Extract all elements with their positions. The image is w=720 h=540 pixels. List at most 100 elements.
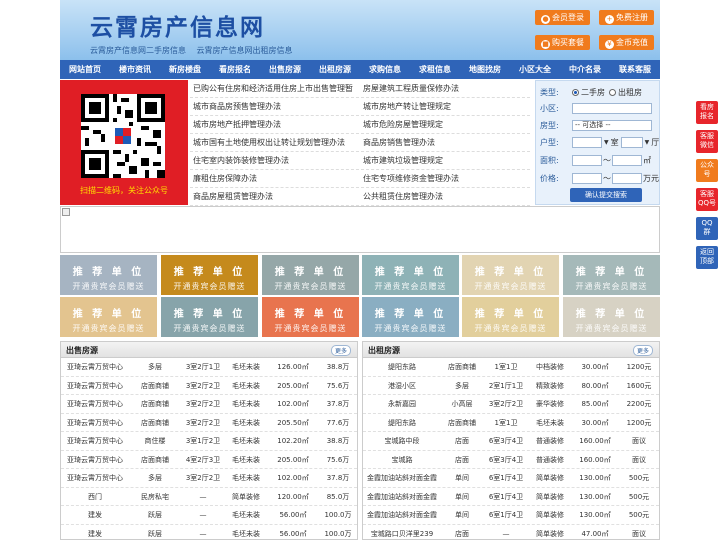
- table-row[interactable]: 金霞加油站斜对面金霞 单间 6室1厅4卫 简单装修 130.00㎡ 500元: [363, 506, 659, 525]
- table-cell: 120.00㎡: [277, 492, 309, 501]
- policy-link[interactable]: 住宅专项维修资金管理办法: [360, 170, 530, 187]
- policy-link[interactable]: 廉租住房保障办法: [190, 170, 360, 187]
- table-row[interactable]: 亚琦云霄万贸中心 多层 3室2厅2卫 毛坯未装 102.00㎡ 37.8万: [61, 469, 357, 488]
- banner-ad[interactable]: [60, 206, 660, 253]
- policy-link[interactable]: 城市商品房预售管理办法: [190, 98, 360, 115]
- table-row[interactable]: 宝城路中段 店面 6室3厅4卫 普通装修 160.00㎡ 面议: [363, 432, 659, 451]
- nav-home[interactable]: 网站首页: [60, 60, 110, 79]
- free-register-button[interactable]: + 免费注册: [599, 10, 654, 25]
- table-row[interactable]: 金霞加油站斜对面金霞 单间 6室1厅4卫 简单装修 130.00㎡ 500元: [363, 469, 659, 488]
- ad-slot[interactable]: 推 荐 单 位开通贵宾会员赠送: [462, 255, 559, 295]
- table-row[interactable]: 亚琦云霄万贸中心 店面商铺 3室2厅2卫 毛坯未装 102.00㎡ 37.8万: [61, 395, 357, 414]
- coin-recharge-button[interactable]: ¥ 金币充值: [599, 35, 654, 50]
- ad-slot[interactable]: 推 荐 单 位开通贵宾会员赠送: [362, 297, 459, 337]
- side-float-button[interactable]: 客服 微信: [696, 130, 718, 153]
- table-row[interactable]: 金霞加油站斜对面金霞 单间 6室1厅4卫 简单装修 130.00㎡ 500元: [363, 488, 659, 506]
- table-cell: 店面: [455, 529, 469, 538]
- table-cell: 6室1厅4卫: [488, 474, 524, 482]
- ad-slot[interactable]: 推 荐 单 位开通贵宾会员赠送: [563, 255, 660, 295]
- policy-link[interactable]: 房屋建筑工程质量保修办法: [360, 80, 530, 97]
- ad-slot[interactable]: 推 荐 单 位开通贵宾会员赠送: [362, 255, 459, 295]
- nav-for-sale[interactable]: 出售房源: [260, 60, 310, 79]
- radio-rental[interactable]: [609, 88, 616, 96]
- policy-link[interactable]: 城市国有土地使用权出让转让规划管理办法: [190, 134, 360, 151]
- sale-more-link[interactable]: 更多: [330, 345, 351, 356]
- table-row[interactable]: 宝城路 店面 6室3厅4卫 普通装修 160.00㎡ 面议: [363, 451, 659, 469]
- nav-news[interactable]: 楼市资讯: [110, 60, 160, 79]
- ad-slot[interactable]: 推 荐 单 位开通贵宾会员赠送: [462, 297, 559, 337]
- ad-slot[interactable]: 推 荐 单 位开通贵宾会员赠送: [60, 297, 157, 337]
- nav-agents[interactable]: 中介名录: [560, 60, 610, 79]
- policy-link[interactable]: 公共租赁住房管理办法: [360, 188, 530, 205]
- nav-for-rent[interactable]: 出租房源: [310, 60, 360, 79]
- ad-slot[interactable]: 推 荐 单 位开通贵宾会员赠送: [262, 255, 359, 295]
- table-row[interactable]: 宝城路口贝洋里239 店面 — 简单装修 47.00㎡ 面议: [363, 525, 659, 540]
- table-row[interactable]: 建发 跃层 — 毛坯未装 56.00㎡ 100.0万: [61, 506, 357, 525]
- chevron-down-icon: ▼: [644, 138, 650, 146]
- table-row[interactable]: 亚琦云霄万贸中心 店面商铺 4室2厅3卫 毛坯未装 205.00㎡ 75.6万: [61, 451, 357, 469]
- table-row[interactable]: 亚琦云霄万贸中心 多层 3室2厅1卫 毛坯未装 126.00㎡ 38.8万: [61, 358, 357, 377]
- nav-map[interactable]: 地图找房: [460, 60, 510, 79]
- side-float-button[interactable]: QQ 群: [696, 217, 718, 240]
- rooms-select[interactable]: [572, 136, 602, 148]
- policy-link[interactable]: 城市房地产转让管理规定: [360, 98, 530, 115]
- table-row[interactable]: 缇阳东路 店面商铺 1室1卫 中档装修 30.00㎡ 1200元: [363, 358, 659, 377]
- ad-slot[interactable]: 推 荐 单 位开通贵宾会员赠送: [262, 297, 359, 337]
- table-cell: 店面商铺: [448, 418, 476, 427]
- policy-link[interactable]: 城市建筑垃圾管理规定: [360, 152, 530, 169]
- table-row[interactable]: 西门 民房私宅 — 简单装修 120.00㎡ 85.0万: [61, 488, 357, 506]
- halls-select[interactable]: [620, 136, 643, 148]
- policy-link[interactable]: 商品房屋租赁管理办法: [190, 188, 360, 205]
- table-row[interactable]: 亚琦云霄万贸中心 商住楼 3室1厅2卫 毛坯未装 102.20㎡ 38.8万: [61, 432, 357, 451]
- table-row[interactable]: 亚琦云霄万贸中心 店面商铺 3室2厅2卫 毛坯未装 205.50㎡ 77.6万: [61, 414, 357, 432]
- side-float-button[interactable]: 看房 报名: [696, 101, 718, 124]
- ad-slot[interactable]: 推 荐 单 位开通贵宾会员赠送: [60, 255, 157, 295]
- side-float-button[interactable]: 返回 顶部: [696, 246, 718, 269]
- table-cell: 民房私宅: [141, 492, 169, 501]
- table-cell: 简单装修: [536, 511, 564, 519]
- table-row[interactable]: 港湿小区 多层 2室1厅1卫 精致装修 80.00㎡ 1600元: [363, 377, 659, 395]
- nav-new-homes[interactable]: 新房楼盘: [160, 60, 210, 79]
- price-min-input[interactable]: [572, 172, 602, 184]
- table-row[interactable]: 亚琦云霄万贸中心 店面商铺 3室2厅2卫 毛坯未装 205.00㎡ 75.6万: [61, 377, 357, 395]
- table-cell: 港湿小区: [388, 381, 416, 390]
- ad-slot[interactable]: 推 荐 单 位开通贵宾会员赠送: [563, 297, 660, 337]
- area-max-input[interactable]: [612, 154, 642, 166]
- ad-slot[interactable]: 推 荐 单 位开通贵宾会员赠送: [161, 255, 258, 295]
- side-float-button[interactable]: 客服 QQ号: [696, 188, 718, 211]
- member-login-button[interactable]: ● 会员登录: [535, 10, 590, 25]
- header-link-rental[interactable]: 云霄房产信息网出租房信息: [197, 46, 293, 55]
- room-type-select[interactable]: -- 可选择 --: [572, 119, 652, 131]
- policy-link[interactable]: 商品房销售管理办法: [360, 134, 530, 151]
- policy-link[interactable]: 住宅室内装饰装修管理办法: [190, 152, 360, 169]
- rent-more-link[interactable]: 更多: [632, 345, 653, 356]
- nav-communities[interactable]: 小区大全: [510, 60, 560, 79]
- table-row[interactable]: 缇阳东路 店面商铺 1室1卫 毛坯未装 30.00㎡ 1200元: [363, 414, 659, 432]
- price-max-input[interactable]: [612, 172, 642, 184]
- area-min-input[interactable]: [572, 154, 602, 166]
- table-row[interactable]: 永新嘉园 小高层 3室2厅2卫 豪华装修 85.00㎡ 2200元: [363, 395, 659, 414]
- policy-link[interactable]: 已购公有住房和经济适用住房上市出售管理暂: [190, 80, 360, 97]
- table-cell: 75.6万: [326, 455, 350, 464]
- table-cell: 普通装修: [536, 437, 564, 445]
- table-row[interactable]: 建发 跃层 — 毛坯未装 56.00㎡ 100.0万: [61, 525, 357, 540]
- table-cell: 缇阳东路: [388, 418, 416, 427]
- radio-secondhand[interactable]: [572, 88, 579, 96]
- search-submit-button[interactable]: 确认提交搜索: [570, 188, 642, 202]
- nav-want-rent[interactable]: 求租信息: [410, 60, 460, 79]
- nav-contact[interactable]: 联系客服: [610, 60, 660, 79]
- buy-package-button[interactable]: ■ 购买套餐: [535, 35, 590, 50]
- header-link-secondhand[interactable]: 云霄房产信息网二手房信息: [90, 46, 186, 55]
- nav-want-buy[interactable]: 求购信息: [360, 60, 410, 79]
- table-cell: 毛坯未装: [232, 455, 260, 464]
- ad-slot[interactable]: 推 荐 单 位开通贵宾会员赠送: [161, 297, 258, 337]
- table-cell: 6室3厅4卫: [488, 437, 524, 445]
- table-cell: 6室3厅4卫: [488, 455, 524, 464]
- policy-link[interactable]: 城市房地产抵押管理办法: [190, 116, 360, 133]
- nav-viewing-signup[interactable]: 看房报名: [210, 60, 260, 79]
- side-float-button[interactable]: 公众号: [696, 159, 718, 182]
- community-input[interactable]: [572, 102, 652, 114]
- policy-link[interactable]: 城市危险房屋管理规定: [360, 116, 530, 133]
- table-cell: 店面商铺: [141, 455, 169, 464]
- site-logo-title[interactable]: 云霄房产信息网: [90, 8, 265, 42]
